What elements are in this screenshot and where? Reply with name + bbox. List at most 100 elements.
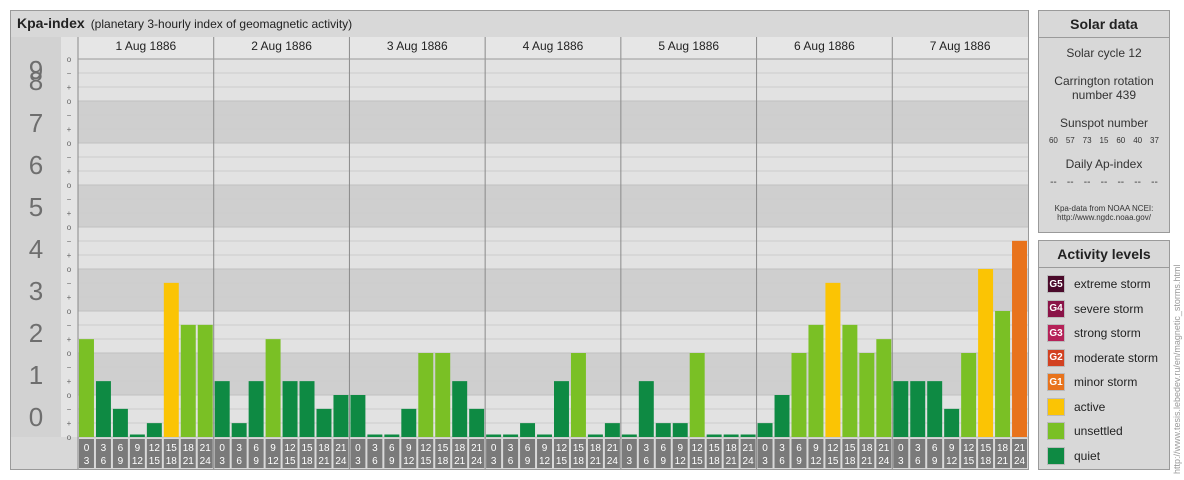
source-line-2: http://www.ngdc.noaa.gov/ bbox=[1057, 213, 1151, 222]
kp-bar bbox=[554, 381, 569, 437]
kp-bar bbox=[350, 395, 366, 437]
interval-start-label: 21 bbox=[743, 443, 755, 454]
solar-data-panel: Solar data Solar cycle 12 Carrington rot… bbox=[1038, 10, 1170, 233]
interval-end-label: 9 bbox=[525, 456, 531, 467]
kp-bar bbox=[961, 353, 977, 437]
kp-bar bbox=[774, 395, 790, 437]
kp-bar bbox=[384, 434, 400, 437]
kp-bar bbox=[503, 434, 519, 437]
kp-bar bbox=[757, 423, 773, 437]
interval-end-label: 6 bbox=[644, 456, 650, 467]
kp-bar bbox=[248, 381, 264, 437]
y-tick-label: 0 bbox=[29, 402, 43, 432]
interval-end-label: 21 bbox=[861, 456, 873, 467]
interval-end-label: 3 bbox=[491, 456, 497, 467]
interval-end-label: 9 bbox=[796, 456, 802, 467]
interval-start-label: 0 bbox=[898, 443, 904, 454]
sub-tick-label: o bbox=[67, 265, 72, 274]
sub-tick-label: o bbox=[67, 181, 72, 190]
kp-bar bbox=[180, 324, 196, 437]
grid-band bbox=[11, 269, 1028, 311]
interval-start-label: 3 bbox=[779, 443, 785, 454]
kp-bar bbox=[486, 434, 502, 437]
grid-band bbox=[11, 101, 1028, 143]
kp-bar bbox=[299, 381, 315, 437]
interval-start-label: 6 bbox=[525, 443, 531, 454]
grid-band bbox=[11, 143, 1028, 185]
interval-end-label: 6 bbox=[101, 456, 107, 467]
sub-tick-label: + bbox=[67, 125, 72, 134]
sub-tick-label: + bbox=[67, 335, 72, 344]
interval-end-label: 6 bbox=[372, 456, 378, 467]
interval-start-label: 9 bbox=[677, 443, 683, 454]
interval-end-label: 18 bbox=[301, 456, 313, 467]
interval-end-label: 21 bbox=[454, 456, 466, 467]
carrington-line-2: number 439 bbox=[1071, 88, 1137, 102]
interval-start-label: 9 bbox=[135, 443, 141, 454]
interval-start-label: 18 bbox=[454, 443, 466, 454]
interval-start-label: 15 bbox=[166, 443, 178, 454]
interval-start-label: 6 bbox=[253, 443, 259, 454]
interval-end-label: 12 bbox=[539, 456, 551, 467]
day-label: 4 Aug 1886 bbox=[523, 39, 584, 53]
sub-tick-label: + bbox=[67, 167, 72, 176]
interval-start-label: 15 bbox=[301, 443, 313, 454]
interval-end-label: 3 bbox=[762, 456, 768, 467]
day-label: 6 Aug 1886 bbox=[794, 39, 855, 53]
kp-bar bbox=[859, 353, 875, 437]
interval-start-label: 12 bbox=[149, 443, 161, 454]
kp-bar bbox=[401, 408, 417, 437]
interval-start-label: 6 bbox=[660, 443, 666, 454]
interval-end-label: 12 bbox=[946, 456, 958, 467]
kp-bar bbox=[265, 339, 281, 437]
ap-value: -- bbox=[1134, 177, 1141, 188]
sub-tick-label: − bbox=[67, 111, 72, 120]
interval-start-label: 0 bbox=[491, 443, 497, 454]
activity-levels-title: Activity levels bbox=[1039, 241, 1169, 268]
activity-level-label: severe storm bbox=[1074, 301, 1144, 316]
grid-band bbox=[11, 59, 1028, 101]
activity-level-swatch: G2 bbox=[1047, 348, 1065, 367]
solar-cycle: Solar cycle 12 bbox=[1066, 46, 1142, 60]
interval-end-label: 3 bbox=[355, 456, 361, 467]
interval-start-label: 12 bbox=[963, 443, 975, 454]
kp-bar bbox=[452, 381, 468, 437]
interval-end-label: 18 bbox=[437, 456, 449, 467]
ap-label: Daily Ap-index bbox=[1065, 157, 1143, 171]
kp-bar bbox=[978, 269, 994, 437]
kp-bar bbox=[146, 423, 162, 437]
interval-end-label: 9 bbox=[118, 456, 124, 467]
interval-end-label: 24 bbox=[335, 456, 347, 467]
sub-tick-label: + bbox=[67, 209, 72, 218]
sub-tick-label: − bbox=[67, 153, 72, 162]
activity-level-item: G1 minor storm bbox=[1039, 370, 1169, 395]
kp-bar bbox=[333, 395, 349, 437]
interval-end-label: 21 bbox=[997, 456, 1009, 467]
credit-url: http://www.tesis.lebedev.ru/en/magnetic_… bbox=[1172, 264, 1182, 474]
kp-bar bbox=[520, 423, 536, 437]
activity-level-item: quiet bbox=[1039, 444, 1169, 469]
kp-bar bbox=[469, 408, 485, 437]
interval-end-label: 18 bbox=[709, 456, 721, 467]
activity-levels-panel: Activity levels G5 extreme storm G4 severe … bbox=[1038, 240, 1170, 470]
grid-band bbox=[11, 227, 1028, 269]
interval-start-label: 9 bbox=[542, 443, 548, 454]
interval-end-label: 15 bbox=[284, 456, 296, 467]
kp-bar bbox=[95, 381, 111, 437]
kp-bar bbox=[1012, 240, 1027, 437]
interval-end-label: 18 bbox=[844, 456, 856, 467]
kp-bar bbox=[570, 353, 586, 437]
interval-end-label: 24 bbox=[878, 456, 890, 467]
sub-tick-label: − bbox=[67, 405, 72, 414]
interval-end-label: 24 bbox=[471, 456, 483, 467]
sub-tick-label: o bbox=[67, 307, 72, 316]
interval-start-label: 0 bbox=[627, 443, 633, 454]
sunspot-value: 60 bbox=[1116, 136, 1126, 145]
activity-level-label: extreme storm bbox=[1074, 277, 1151, 292]
ap-value: -- bbox=[1100, 177, 1108, 188]
interval-start-label: 21 bbox=[471, 443, 483, 454]
activity-level-label: active bbox=[1074, 399, 1106, 414]
ap-value: -- bbox=[1066, 177, 1074, 188]
kp-bar bbox=[927, 381, 943, 437]
interval-start-label: 6 bbox=[389, 443, 395, 454]
